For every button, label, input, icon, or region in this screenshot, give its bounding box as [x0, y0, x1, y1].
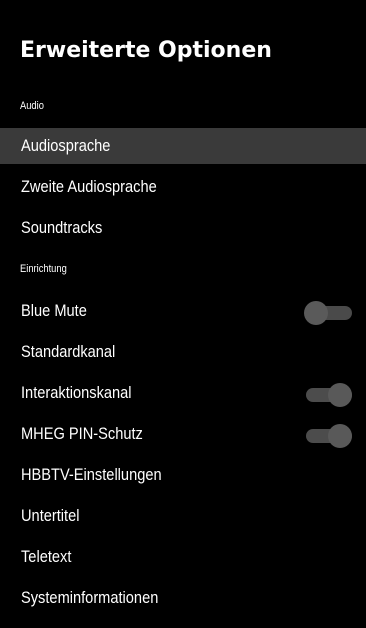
menu-item-untertitel[interactable]: Untertitel [0, 498, 366, 534]
menu-item-hbbtv-einstellungen[interactable]: HBBTV-Einstellungen [0, 457, 366, 493]
menu-item-audiosprache[interactable]: Audiosprache [0, 128, 366, 164]
menu-item-blue-mute[interactable]: Blue Mute [0, 293, 366, 329]
menu-item-label: Systeminformationen [21, 588, 159, 607]
menu-item-zweite-audiosprache[interactable]: Zweite Audiosprache [0, 169, 366, 205]
menu-item-teletext[interactable]: Teletext [0, 539, 366, 575]
menu-item-systeminformationen[interactable]: Systeminformationen [0, 580, 366, 616]
toggle-knob [304, 301, 328, 325]
menu-title: Erweiterte Optionen [20, 38, 272, 63]
menu-item-label: Teletext [21, 547, 72, 566]
toggle-knob [328, 383, 352, 407]
menu-item-label: Audiosprache [21, 136, 111, 155]
interaktionskanal-toggle[interactable] [306, 383, 354, 407]
toggle-knob [328, 424, 352, 448]
menu-item-soundtracks[interactable]: Soundtracks [0, 210, 366, 246]
menu-item-label: Blue Mute [21, 301, 87, 320]
menu-item-label: Interaktionskanal [21, 383, 132, 402]
menu-item-label: HBBTV-Einstellungen [21, 465, 162, 484]
mheg-pin-schutz-toggle[interactable] [306, 424, 354, 448]
menu-item-label: Zweite Audiosprache [21, 177, 157, 196]
section-header-einrichtung: Einrichtung [20, 263, 67, 275]
blue-mute-toggle[interactable] [304, 301, 354, 325]
advanced-options-menu: Erweiterte Optionen Audio Audiosprache Z… [0, 0, 366, 628]
menu-item-label: MHEG PIN-Schutz [21, 424, 143, 443]
menu-item-standardkanal[interactable]: Standardkanal [0, 334, 366, 370]
section-header-audio: Audio [20, 100, 44, 112]
menu-item-interaktionskanal[interactable]: Interaktionskanal [0, 375, 366, 411]
menu-item-label: Soundtracks [21, 218, 103, 237]
menu-item-label: Untertitel [21, 506, 80, 525]
menu-item-mheg-pin-schutz[interactable]: MHEG PIN-Schutz [0, 416, 366, 452]
menu-item-label: Standardkanal [21, 342, 116, 361]
